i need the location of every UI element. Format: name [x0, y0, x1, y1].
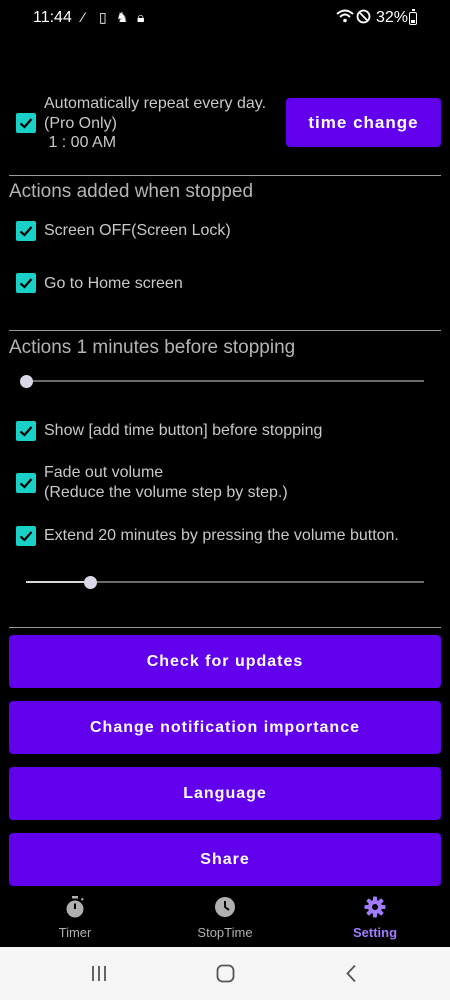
recent-apps-icon[interactable]	[90, 965, 108, 982]
minutes-slider-thumb[interactable]	[20, 375, 33, 388]
status-time: 11:44	[33, 9, 72, 26]
home-screen-label: Go to Home screen	[44, 275, 183, 292]
back-icon[interactable]	[345, 964, 357, 983]
bottom-navigation: Timer StopTime Setting	[0, 887, 450, 947]
check-icon	[19, 226, 33, 237]
nav-stoptime-label: StopTime	[197, 925, 253, 940]
home-screen-checkbox[interactable]	[16, 273, 36, 293]
check-updates-button[interactable]: Check for updates	[9, 635, 441, 688]
signal-strength-icon: ⁄	[82, 9, 85, 25]
divider	[9, 330, 441, 331]
check-icon	[19, 531, 33, 542]
extend-volume-checkbox[interactable]	[16, 526, 36, 546]
notification-importance-button[interactable]: Change notification importance	[9, 701, 441, 754]
phone-icon: ▯	[99, 9, 107, 25]
check-icon	[19, 278, 33, 289]
nav-timer[interactable]: Timer	[0, 887, 150, 947]
nav-setting-label: Setting	[352, 925, 398, 940]
battery-percent: 32%	[376, 9, 409, 26]
repeat-daily-checkbox[interactable]	[16, 113, 36, 133]
section-title-before-stopping: Actions 1 minutes before stopping	[9, 337, 296, 358]
nav-stoptime[interactable]: StopTime	[150, 887, 300, 947]
extend-slider-thumb[interactable]	[83, 576, 97, 589]
minutes-slider-track	[26, 380, 424, 382]
repeat-time-value: 1 : 00 AM	[44, 134, 117, 151]
fade-out-checkbox[interactable]	[16, 473, 36, 493]
stopwatch-icon	[66, 896, 84, 918]
add-time-button-label: Show [add time button] before stopping	[44, 422, 323, 439]
clock-icon	[215, 897, 235, 917]
fade-out-description: (Reduce the volume step by step.)	[44, 484, 288, 501]
status-bar: 11:44 ⁄ ▯ ♞ 🔒︎ 32%	[0, 0, 450, 36]
language-button[interactable]: Language	[9, 767, 441, 820]
divider	[9, 175, 441, 176]
share-button[interactable]: Share	[9, 833, 441, 886]
check-icon	[19, 118, 33, 129]
system-navigation-bar	[0, 947, 450, 1000]
battery-icon	[409, 9, 417, 25]
section-title-stopped: Actions added when stopped	[9, 181, 254, 202]
check-icon	[19, 478, 33, 489]
pro-only-label: (Pro Only)	[44, 115, 117, 132]
nav-timer-label: Timer	[58, 925, 92, 940]
add-time-button-checkbox[interactable]	[16, 421, 36, 441]
gear-icon	[364, 896, 386, 918]
extend-slider-fill	[26, 581, 90, 583]
do-not-disturb-icon	[356, 9, 371, 27]
check-icon	[19, 426, 33, 437]
screen-off-label: Screen OFF(Screen Lock)	[44, 222, 231, 239]
time-change-button[interactable]: time change	[286, 98, 441, 147]
app-notification-icon: ♞	[116, 9, 129, 25]
screen-off-checkbox[interactable]	[16, 221, 36, 241]
repeat-daily-label: Automatically repeat every day.	[44, 95, 267, 112]
wifi-icon	[336, 9, 354, 26]
home-icon[interactable]	[216, 964, 235, 983]
lock-icon: 🔒︎	[137, 9, 145, 25]
extend-volume-label: Extend 20 minutes by pressing the volume…	[44, 527, 399, 544]
fade-out-label: Fade out volume	[44, 464, 164, 481]
divider	[9, 627, 441, 628]
nav-setting[interactable]: Setting	[300, 887, 450, 947]
